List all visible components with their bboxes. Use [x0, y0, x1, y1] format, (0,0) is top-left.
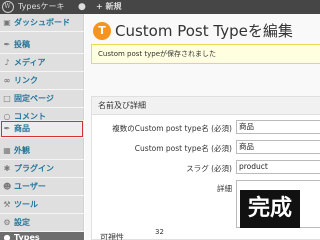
- singular-name-input[interactable]: 商品: [236, 140, 320, 154]
- sidebar-item-label: Types: [14, 233, 40, 240]
- page-number: 32: [155, 228, 164, 236]
- sidebar-item-label: ツール: [14, 200, 38, 209]
- saved-notice: Custom post typeが保存されました: [91, 44, 320, 64]
- plural-name-input[interactable]: 商品: [236, 120, 320, 134]
- users-icon: ☻: [3, 182, 12, 191]
- sidebar-item-tools[interactable]: ⚒ ツール: [0, 196, 84, 214]
- tools-icon: ⚒: [3, 200, 11, 209]
- sidebar-item-dashboard[interactable]: ▣ ダッシュボード: [0, 14, 84, 32]
- sidebar-item-appearance[interactable]: ▦ 外観: [0, 142, 84, 160]
- sidebar-item-media[interactable]: ♪ メディア: [0, 54, 84, 72]
- admin-sidebar: ▣ ダッシュボード ✒ 投稿 ♪ メディア ∞ リンク □ 固定ページ ○ コメ…: [0, 14, 84, 240]
- settings-icon: ⚙: [3, 218, 11, 227]
- plugin-icon: ✱: [3, 164, 11, 173]
- sidebar-item-links[interactable]: ∞ リンク: [0, 72, 84, 90]
- sidebar-item-label: 外観: [14, 146, 30, 155]
- types-logo-icon: T: [93, 22, 111, 40]
- admin-bar: Typesケーキ ● + 新規: [0, 0, 320, 14]
- sidebar-item-label: リンク: [14, 76, 38, 85]
- site-name-link[interactable]: Typesケーキ: [18, 0, 65, 14]
- page-title: Custom Post Typeを編集: [115, 22, 293, 40]
- sidebar-item-users[interactable]: ☻ ユーザー: [0, 178, 84, 196]
- sidebar-item-plugins[interactable]: ✱ プラグイン: [0, 160, 84, 178]
- slug-label: スラグ (必須): [186, 164, 232, 173]
- dashboard-icon: ▣: [3, 18, 11, 27]
- wordpress-logo-icon[interactable]: [2, 1, 14, 13]
- sidebar-item-pages[interactable]: □ 固定ページ: [0, 90, 84, 108]
- sidebar-item-types[interactable]: ● Types: [0, 232, 84, 240]
- sidebar-item-settings[interactable]: ⚙ 設定: [0, 214, 84, 232]
- sidebar-item-label: ユーザー: [14, 182, 46, 191]
- singular-name-label: Custom post type名 (必須): [134, 144, 232, 153]
- sidebar-item-label: プラグイン: [14, 164, 54, 173]
- sidebar-item-label: 固定ページ: [14, 94, 54, 103]
- postbox-title[interactable]: 名前及び詳細: [92, 97, 320, 115]
- sidebar-item-label: 設定: [14, 218, 30, 227]
- sidebar-item-label: メディア: [14, 58, 46, 67]
- pin-icon: ✒: [3, 40, 11, 49]
- sidebar-item-posts[interactable]: ✒ 投稿: [0, 36, 84, 54]
- description-label: 詳細: [217, 184, 232, 193]
- appearance-icon: ▦: [3, 146, 11, 155]
- pin-icon: ✒: [3, 124, 11, 133]
- page-icon: □: [3, 94, 11, 103]
- sidebar-item-label: ダッシュボード: [14, 18, 70, 27]
- sidebar-item-products[interactable]: ✒ 商品: [0, 120, 84, 138]
- completion-overlay: 完成: [240, 190, 300, 228]
- visibility-label: 可視性: [100, 233, 124, 240]
- types-icon: ●: [3, 233, 11, 240]
- media-icon: ♪: [4, 58, 10, 67]
- link-icon: ∞: [3, 76, 11, 85]
- comment-bubble-icon[interactable]: ●: [78, 0, 86, 14]
- slug-input[interactable]: product: [236, 160, 320, 174]
- plural-name-label: 複数のCustom post type名 (必須): [112, 124, 232, 133]
- sidebar-item-label: 商品: [14, 124, 30, 133]
- new-content-link[interactable]: + 新規: [96, 0, 122, 14]
- sidebar-item-label: 投稿: [14, 40, 30, 49]
